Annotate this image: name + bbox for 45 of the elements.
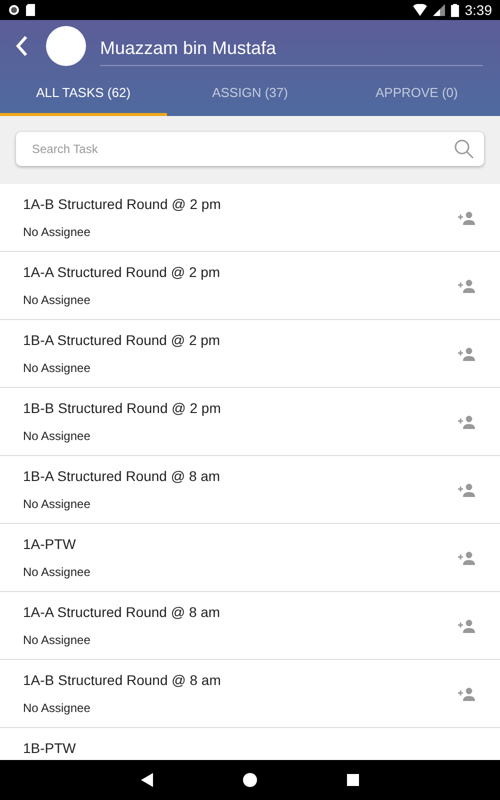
assignee-label: No Assignee <box>23 633 92 647</box>
assignee-label: No Assignee <box>23 429 92 443</box>
task-title: 1B-A Structured Round @ 2 pm <box>23 332 222 348</box>
add-person-icon[interactable] <box>458 550 476 564</box>
add-person-icon[interactable] <box>458 346 476 360</box>
clock: 3:39 <box>464 2 492 18</box>
task-title: 1B-A Structured Round @ 8 am <box>23 468 222 484</box>
task-title: 1A-PTW <box>23 536 77 552</box>
task-row[interactable]: 1B-A Structured Round @ 8 am No Assignee <box>0 456 500 524</box>
record-icon <box>8 4 20 16</box>
add-person-icon[interactable] <box>458 414 476 428</box>
assignee-label: No Assignee <box>23 361 92 375</box>
task-row[interactable]: 1A-B Structured Round @ 2 pm No Assignee <box>0 184 500 252</box>
task-title: 1A-B Structured Round @ 2 pm <box>23 196 222 212</box>
assignee-label: No Assignee <box>23 225 92 239</box>
add-person-icon[interactable] <box>458 278 476 292</box>
assignee-label: No Assignee <box>23 701 92 715</box>
task-row[interactable]: 1A-PTW No Assignee <box>0 524 500 592</box>
search-icon[interactable] <box>454 139 474 159</box>
task-row[interactable]: 1A-B Structured Round @ 8 am No Assignee <box>0 660 500 728</box>
task-row[interactable]: 1B-B Structured Round @ 2 pm No Assignee <box>0 388 500 456</box>
add-person-icon[interactable] <box>458 482 476 496</box>
task-title: 1B-B Structured Round @ 2 pm <box>23 400 222 416</box>
sd-card-icon <box>26 4 35 16</box>
task-row[interactable]: 1A-A Structured Round @ 8 am No Assignee <box>0 592 500 660</box>
assignee-label: No Assignee <box>23 565 92 579</box>
wifi-icon <box>412 4 427 16</box>
task-title: 1A-A Structured Round @ 2 pm <box>23 264 222 280</box>
task-row[interactable]: 1A-A Structured Round @ 2 pm No Assignee <box>0 252 500 320</box>
add-person-icon[interactable] <box>458 686 476 700</box>
back-nav-icon[interactable] <box>141 773 153 787</box>
task-title: 1A-A Structured Round @ 8 am <box>23 604 222 620</box>
task-title: 1B-PTW <box>23 740 77 756</box>
add-person-icon[interactable] <box>458 618 476 632</box>
assignee-label: No Assignee <box>23 293 92 307</box>
task-title: 1A-B Structured Round @ 8 am <box>23 672 222 688</box>
task-row[interactable]: 1B-A Structured Round @ 2 pm No Assignee <box>0 320 500 388</box>
battery-icon <box>450 4 459 16</box>
assignee-label: No Assignee <box>23 497 92 511</box>
add-person-icon[interactable] <box>458 210 476 224</box>
signal-icon <box>432 4 445 16</box>
search-field[interactable]: Search Task <box>16 132 484 166</box>
home-icon[interactable] <box>243 773 257 787</box>
avatar <box>46 26 86 66</box>
user-name: Muazzam bin Mustafa <box>100 30 483 66</box>
